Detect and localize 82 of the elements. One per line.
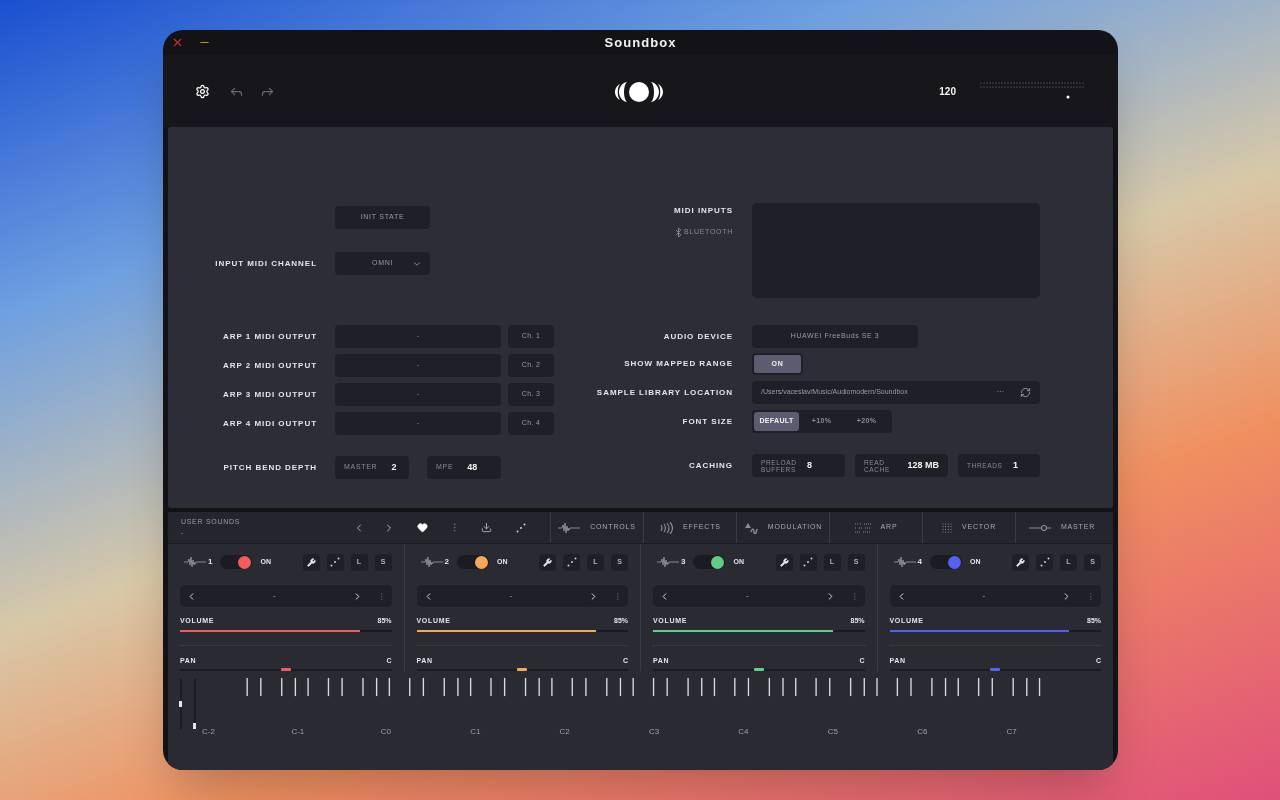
- more-icon: [613, 591, 622, 601]
- waveform-icon: [893, 556, 916, 568]
- wrench-icon: [306, 557, 316, 567]
- heart-icon[interactable]: [417, 522, 428, 533]
- dots-diagonal-icon: [1039, 557, 1050, 567]
- setting-label: ARP 1 MIDI OUTPUT: [223, 330, 317, 343]
- logo-icon: [614, 80, 664, 104]
- preset-selector[interactable]: -: [889, 585, 1101, 607]
- shapes-icon: [743, 521, 758, 534]
- octave-label: C4: [738, 727, 749, 736]
- octave-label: C1: [470, 727, 481, 736]
- dots-diagonal-icon: [803, 557, 813, 567]
- waveform-icon: [657, 556, 679, 568]
- randomize-button[interactable]: [1036, 553, 1053, 571]
- shuffle-icon: [516, 522, 526, 533]
- preset-selector[interactable]: -: [180, 585, 392, 607]
- tempo-value: 120: [939, 84, 956, 99]
- field-value: 128 MB: [907, 458, 939, 472]
- wrench-icon: [1016, 557, 1025, 567]
- octave-label: C6: [917, 727, 928, 736]
- setting-label: ARP 2 MIDI OUTPUT: [223, 359, 317, 372]
- channel-number: 1: [208, 556, 213, 568]
- setting-label: FONT SIZE: [682, 415, 733, 428]
- setting-label: PITCH BEND DEPTH: [223, 461, 317, 474]
- octave-label: C3: [648, 727, 660, 736]
- preset-name: -: [981, 590, 987, 602]
- dots-diagonal-icon: [566, 557, 577, 567]
- wrench-button[interactable]: [539, 553, 556, 571]
- wrench-button[interactable]: [775, 553, 793, 571]
- wrench-button[interactable]: [1012, 553, 1029, 571]
- octave-label: C-2: [202, 727, 215, 736]
- setting-label: CACHING: [688, 459, 733, 472]
- setting-label: MIDI INPUTS: [674, 205, 733, 217]
- preset-name: -: [271, 590, 277, 602]
- octave-label: C-1: [291, 727, 305, 736]
- download-icon[interactable]: [481, 522, 492, 533]
- channel-number: 4: [917, 556, 922, 568]
- window-title: Soundbox: [604, 33, 677, 52]
- field-value: 8: [807, 458, 812, 472]
- dots-diagonal-icon: [330, 557, 340, 567]
- waveform-icon: [558, 521, 581, 534]
- channel-number: 2: [444, 556, 449, 568]
- octave-label: C0: [380, 727, 391, 736]
- settings-icon[interactable]: [195, 83, 210, 99]
- preset-name: -: [508, 590, 514, 602]
- dot-grid-icon: [941, 522, 952, 533]
- randomize-button[interactable]: [563, 553, 580, 571]
- setting-label: INPUT MIDI CHANNEL: [215, 257, 317, 270]
- channel-number: 3: [681, 556, 686, 568]
- octave-label: C7: [1006, 727, 1017, 736]
- channel-toggle[interactable]: [220, 555, 253, 569]
- field-value: 2: [391, 460, 397, 474]
- close-icon[interactable]: [171, 36, 184, 49]
- channel-toggle[interactable]: [929, 555, 962, 569]
- preset-name: -: [744, 590, 750, 602]
- setting-label: SHOW MAPPED RANGE: [624, 358, 733, 370]
- wrench-button[interactable]: [302, 553, 320, 571]
- channel-toggle[interactable]: [693, 555, 726, 569]
- setting-label: ARP 4 MIDI OUTPUT: [223, 417, 317, 430]
- preset-selector[interactable]: -: [416, 585, 628, 607]
- field-value: 1: [1013, 458, 1018, 472]
- slider-icon: [1028, 523, 1051, 532]
- octave-label: C2: [559, 727, 570, 736]
- wrench-icon: [779, 557, 789, 567]
- field-value: 48: [467, 460, 478, 474]
- octave-label: C5: [827, 727, 838, 736]
- randomize-button[interactable]: [326, 553, 344, 571]
- refresh-icon[interactable]: [1020, 387, 1031, 398]
- randomize-button[interactable]: [799, 553, 817, 571]
- wrench-icon: [543, 557, 552, 567]
- more-icon: [1086, 591, 1095, 601]
- channel-toggle[interactable]: [456, 555, 489, 569]
- waveform-icon: [420, 556, 443, 568]
- volume-slider[interactable]: [653, 629, 865, 632]
- preset-selector[interactable]: -: [653, 585, 865, 607]
- sound-waves-icon: [659, 521, 674, 534]
- waveform-icon: [184, 556, 206, 568]
- steps-icon: [854, 522, 871, 533]
- setting-label: AUDIO DEVICE: [663, 330, 733, 343]
- volume-slider[interactable]: [180, 629, 392, 632]
- setting-label: ARP 3 MIDI OUTPUT: [223, 388, 317, 401]
- setting-label: SAMPLE LIBRARY LOCATION: [596, 386, 733, 399]
